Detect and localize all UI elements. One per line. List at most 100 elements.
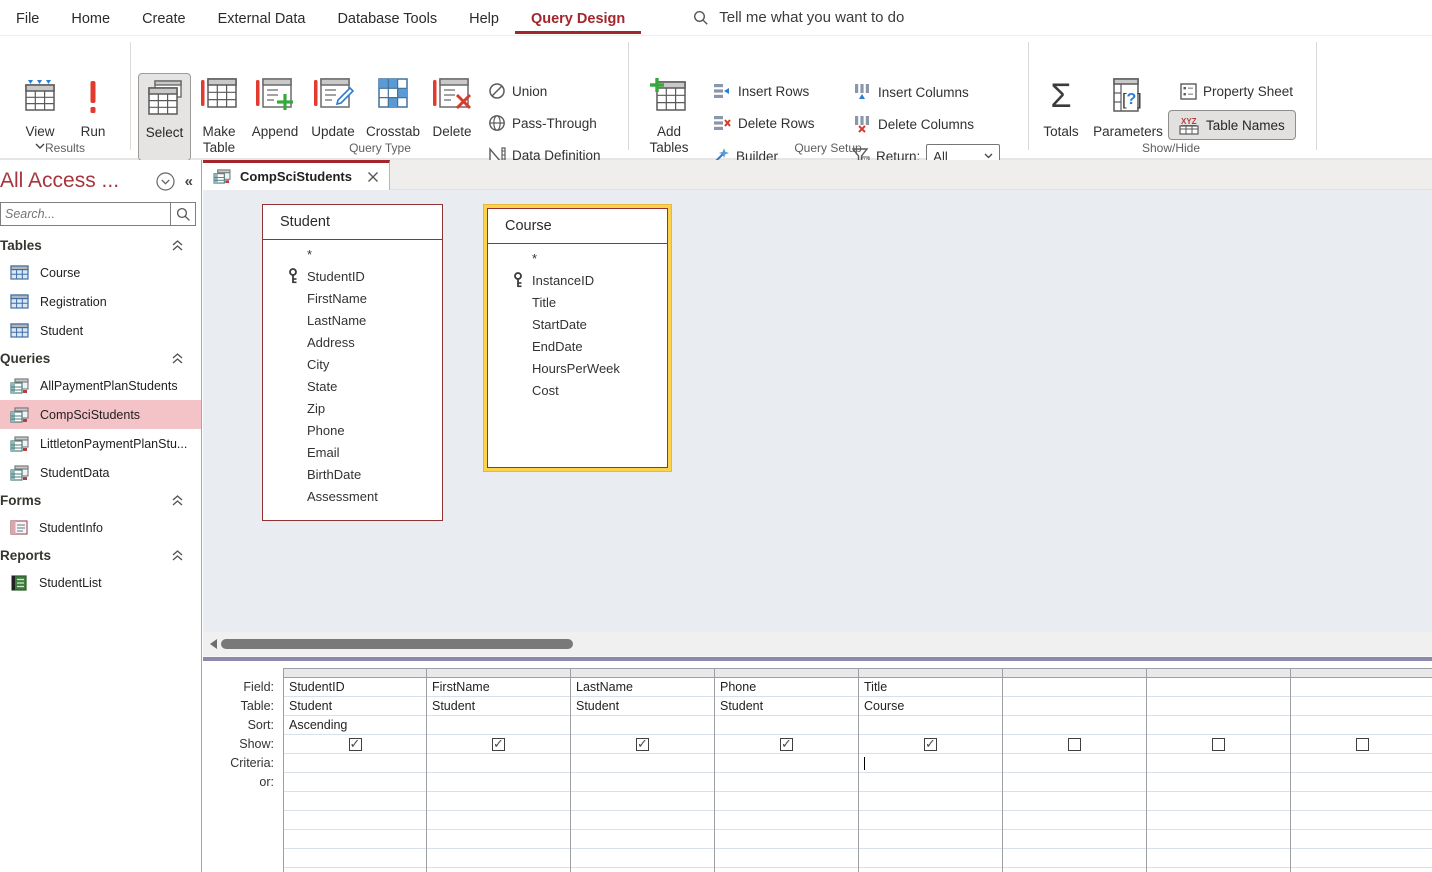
sort-cell[interactable] [571,716,714,735]
field-row[interactable]: InstanceID [488,269,667,291]
empty-cell[interactable] [1003,849,1146,868]
show-checkbox[interactable] [780,736,793,752]
empty-cell[interactable] [715,849,858,868]
nav-item-studentdata-query[interactable]: StudentData [0,458,201,487]
nav-item-registration-table[interactable]: Registration [0,287,201,316]
empty-cell[interactable] [427,849,570,868]
show-cell[interactable] [284,735,426,754]
nav-item-compscistudents-query[interactable]: CompSciStudents [0,400,201,429]
field-row[interactable]: Phone [263,419,442,441]
sort-cell[interactable] [1291,716,1432,735]
run-button[interactable]: Run [65,76,121,140]
field-cell[interactable] [1003,678,1146,697]
field-row[interactable]: Email [263,441,442,463]
show-checkbox[interactable] [348,736,362,752]
totals-button[interactable]: Σ Totals [1033,76,1089,140]
or-cell[interactable] [571,773,714,792]
delete-rows-button[interactable]: Delete Rows [712,115,815,131]
nav-item-allpaymentplanstudents-query[interactable]: AllPaymentPlanStudents [0,371,201,400]
empty-cell[interactable] [284,868,426,872]
criteria-cell-active[interactable] [859,754,1002,773]
field-row[interactable]: Zip [263,397,442,419]
show-checkbox[interactable] [636,736,649,752]
field-list-course[interactable]: Course * InstanceID Title StartDate EndD… [487,208,668,468]
empty-cell[interactable] [427,811,570,830]
sort-cell[interactable]: Ascending [284,716,426,735]
grid-column-header[interactable] [427,668,570,678]
empty-cell[interactable] [284,849,426,868]
grid-column-header[interactable] [284,668,426,678]
empty-cell[interactable] [715,868,858,872]
show-checkbox[interactable] [1068,737,1081,751]
field-cell[interactable]: LastName [571,678,714,697]
empty-cell[interactable] [859,792,1002,811]
criteria-cell[interactable] [1291,754,1432,773]
empty-cell[interactable] [284,811,426,830]
table-cell[interactable] [1147,697,1290,716]
empty-cell[interactable] [1003,811,1146,830]
field-row[interactable]: EndDate [488,335,667,357]
nav-search-go-button[interactable] [170,203,195,225]
nav-item-littletonpaymentplanstudents-query[interactable]: LittletonPaymentPlanStu... [0,429,201,458]
field-cell[interactable] [1147,678,1290,697]
show-cell[interactable] [1147,735,1290,754]
nav-menu-dropdown-icon[interactable] [156,171,175,191]
or-cell[interactable] [715,773,858,792]
empty-cell[interactable] [284,830,426,849]
tab-compscistudents[interactable]: CompSciStudents [203,160,390,190]
select-query-button[interactable]: Select [138,73,191,161]
append-button[interactable]: Append [247,76,303,140]
empty-cell[interactable] [1147,868,1290,872]
table-cell[interactable]: Course [859,697,1002,716]
nav-item-course-table[interactable]: Course [0,258,201,287]
empty-cell[interactable] [1291,792,1432,811]
field-row[interactable]: HoursPerWeek [488,357,667,379]
show-cell[interactable] [859,735,1002,754]
empty-cell[interactable] [859,868,1002,872]
show-cell[interactable] [571,735,714,754]
tell-me-search[interactable]: Tell me what you want to do [693,9,904,26]
menu-query-design[interactable]: Query Design [514,2,642,34]
empty-cell[interactable] [859,811,1002,830]
field-row[interactable]: BirthDate [263,463,442,485]
table-cell[interactable]: Student [427,697,570,716]
menu-external-data[interactable]: External Data [202,2,322,34]
criteria-cell[interactable] [284,754,426,773]
show-cell[interactable] [1291,735,1432,754]
field-row[interactable]: Address [263,331,442,353]
nav-section-forms[interactable]: Forms [0,487,201,513]
field-row[interactable]: City [263,353,442,375]
or-cell[interactable] [1147,773,1290,792]
sort-cell[interactable] [859,716,1002,735]
horizontal-scrollbar[interactable] [203,632,1432,656]
empty-cell[interactable] [1147,849,1290,868]
empty-cell[interactable] [715,792,858,811]
nav-section-tables[interactable]: Tables [0,232,201,258]
grid-column-header[interactable] [1291,668,1432,678]
field-cell[interactable] [1291,678,1432,697]
show-cell[interactable] [715,735,858,754]
empty-cell[interactable] [859,830,1002,849]
field-cell[interactable]: Title [859,678,1002,697]
field-row[interactable]: StartDate [488,313,667,335]
show-cell[interactable] [427,735,570,754]
empty-cell[interactable] [1291,868,1432,872]
grid-column-header[interactable] [1147,668,1290,678]
crosstab-button[interactable]: Crosstab [363,76,423,140]
field-cell[interactable]: StudentID [284,678,426,697]
or-cell[interactable] [427,773,570,792]
nav-section-queries[interactable]: Queries [0,345,201,371]
table-names-button[interactable]: XYZ Table Names [1168,110,1296,140]
table-cell[interactable] [1003,697,1146,716]
empty-cell[interactable] [859,849,1002,868]
empty-cell[interactable] [715,811,858,830]
field-row[interactable]: * [488,247,667,269]
insert-columns-button[interactable]: Insert Columns [852,83,969,101]
show-checkbox[interactable] [924,736,937,752]
empty-cell[interactable] [715,830,858,849]
empty-cell[interactable] [1003,830,1146,849]
make-table-button[interactable]: Make Table [191,76,247,156]
grid-column-header[interactable] [1003,668,1146,678]
view-button[interactable]: View [12,76,68,149]
empty-cell[interactable] [1147,792,1290,811]
